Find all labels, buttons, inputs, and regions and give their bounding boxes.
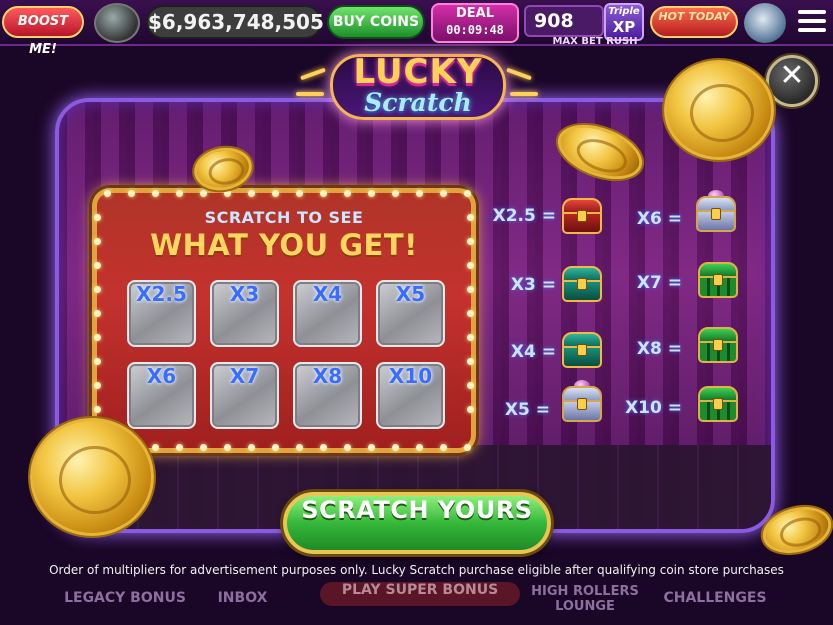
deal-button[interactable]: DEAL 00:09:48 [431, 3, 519, 43]
inbox-tab[interactable]: INBOX [205, 590, 280, 606]
max-bet-rush-label: MAX BET RUSH [552, 36, 638, 47]
tile-multiplier: X2.5 [136, 282, 187, 306]
play-super-bonus-button[interactable]: PLAY SUPER BONUS [320, 582, 520, 606]
player-avatar[interactable] [94, 3, 140, 43]
scratch-tile[interactable]: X6 [127, 362, 196, 429]
hot-today-button[interactable]: HOT TODAY [650, 6, 738, 38]
deal-label: DEAL [455, 6, 495, 21]
boost-me-button[interactable]: BOOST ME! [2, 6, 84, 57]
tile-multiplier: X7 [229, 364, 260, 388]
close-icon: ✕ [779, 58, 805, 93]
tile-multiplier: X10 [388, 364, 433, 388]
high-rollers-lounge-tab[interactable]: HIGH ROLLERS LOUNGE [530, 584, 640, 614]
logo-ray [510, 92, 538, 96]
deal-timer: 00:09:48 [446, 23, 504, 37]
board-title: WHAT YOU GET! [150, 228, 418, 262]
dolphin-icon[interactable] [744, 3, 786, 43]
scratch-tile[interactable]: X5 [376, 280, 445, 347]
green-chest-icon [696, 386, 740, 424]
legend-label: X5 = [504, 400, 550, 420]
scratch-tile[interactable]: X3 [210, 280, 279, 347]
top-bar: BOOST ME! $6,963,748,505 BUY COINS DEAL … [0, 0, 833, 57]
triple-xp-line1: Triple [608, 6, 640, 17]
legend-label: X8 = [636, 339, 682, 359]
legend-label: X7 = [636, 273, 682, 293]
scratch-tile[interactable]: X7 [210, 362, 279, 429]
challenges-tab[interactable]: CHALLENGES [655, 590, 775, 606]
legend-label: X3 = [510, 275, 556, 295]
disclaimer-text: Order of multipliers for advertisement p… [49, 563, 784, 577]
buy-coins-button[interactable]: BUY COINS [327, 5, 425, 39]
logo-ray [296, 92, 324, 96]
close-button[interactable]: ✕ [766, 55, 818, 107]
jewel-chest-icon [694, 190, 738, 234]
board-subtitle: SCRATCH TO SEE [204, 208, 364, 227]
jewel-chest-icon [560, 380, 604, 424]
green-chest-icon [696, 327, 740, 365]
scratch-tile[interactable]: X8 [293, 362, 362, 429]
scratch-tile[interactable]: X4 [293, 280, 362, 347]
tile-multiplier: X4 [312, 282, 343, 306]
tile-multiplier: X5 [395, 282, 426, 306]
logo-ray [506, 67, 532, 81]
scratch-yours-label: SCRATCH YOURS [301, 496, 533, 524]
player-level: 908 [524, 5, 604, 37]
logo-scratch-text: Scratch [364, 88, 472, 117]
lucky-scratch-logo: LUCKY Scratch [330, 48, 506, 124]
coin-balance: $6,963,748,505 [146, 5, 324, 39]
legacy-bonus-tab[interactable]: LEGACY BONUS [60, 590, 190, 606]
legend-label: X2.5 = [492, 206, 556, 226]
gold-coin-icon [664, 60, 774, 160]
legend-label: X4 = [510, 342, 556, 362]
red-chest-icon [560, 198, 604, 236]
logo-lucky-text: LUCKY [353, 52, 483, 92]
teal-chest-icon [560, 266, 604, 304]
gold-coin-icon [30, 418, 154, 536]
green-chest-icon [696, 262, 740, 300]
logo-ray [300, 67, 326, 81]
tile-multiplier: X6 [146, 364, 177, 388]
teal-chest-icon [560, 332, 604, 370]
tile-multiplier: X8 [312, 364, 343, 388]
bottom-nav: LEGACY BONUS INBOX PLAY SUPER BONUS HIGH… [0, 580, 833, 625]
legend-label: X6 = [636, 209, 682, 229]
scratch-yours-button[interactable]: SCRATCH YOURS [283, 492, 551, 554]
scratch-tile[interactable]: X2.5 [127, 280, 196, 347]
menu-icon[interactable] [798, 10, 826, 34]
triple-xp-line2: XP [612, 18, 636, 36]
legend-label: X10 = [625, 398, 682, 418]
tile-multiplier: X3 [229, 282, 260, 306]
scratch-tile[interactable]: X10 [376, 362, 445, 429]
